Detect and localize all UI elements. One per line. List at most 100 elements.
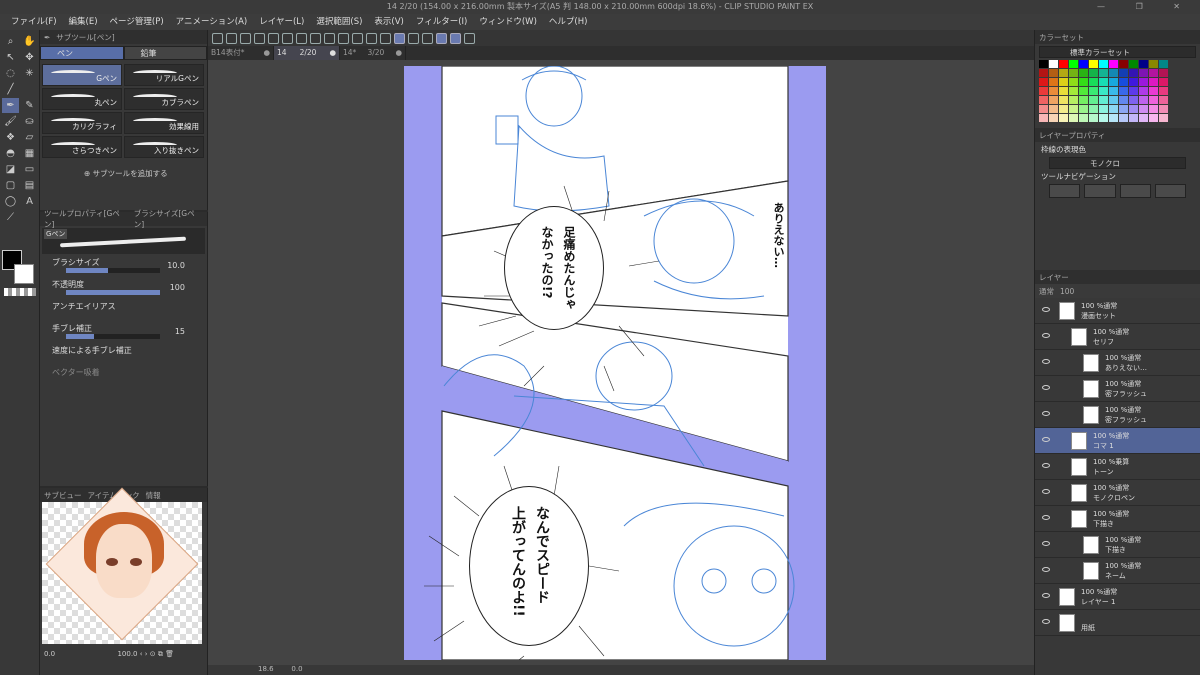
eraser-icon[interactable]: ▱	[21, 130, 38, 145]
palette-cell[interactable]	[1039, 78, 1048, 86]
tool-property-title[interactable]: ツールプロパティ[Gペン]	[44, 208, 128, 230]
pen-icon[interactable]: ✒	[2, 98, 19, 113]
deselect-icon[interactable]	[338, 32, 349, 44]
blend-icon[interactable]: ◓	[2, 146, 19, 161]
settings-icon[interactable]	[464, 32, 475, 44]
menu-window[interactable]: ウィンドウ(W)	[474, 14, 542, 30]
palette-cell[interactable]	[1119, 69, 1128, 77]
palette-cell[interactable]	[1039, 105, 1048, 113]
palette-cell[interactable]	[1079, 69, 1088, 77]
palette-cell[interactable]	[1139, 78, 1148, 86]
palette-cell[interactable]	[1139, 114, 1148, 122]
layer-row[interactable]: 100 %通常 下描き	[1035, 506, 1200, 532]
eyedropper-icon[interactable]: ╱	[2, 82, 19, 97]
palette-cell[interactable]	[1149, 69, 1158, 77]
palette-cell[interactable]	[1129, 60, 1138, 68]
palette-cell[interactable]	[1069, 96, 1078, 104]
expression-color-dropdown[interactable]: モノクロ	[1049, 157, 1186, 169]
move-icon[interactable]: ✥	[21, 50, 38, 65]
menu-layer[interactable]: レイヤー(L)	[254, 14, 309, 30]
palette-cell[interactable]	[1089, 96, 1098, 104]
add-subtool-button[interactable]: ⊕ サブツールを追加する	[84, 168, 207, 179]
stabilize-row[interactable]: 手ブレ補正 15	[40, 322, 207, 344]
visibility-icon[interactable]	[1042, 411, 1050, 416]
prev-next-icon[interactable]: ‹ › ⊙ ⧉ 🗑	[140, 650, 174, 658]
pen-preview-icon[interactable]	[450, 32, 461, 44]
brush-size-row[interactable]: ブラシサイズ 10.0	[40, 256, 207, 278]
speech-balloon-2[interactable]	[469, 486, 589, 646]
figure-icon[interactable]: ▭	[21, 162, 38, 177]
subview-nav[interactable]: 0.0 100.0 ‹ › ⊙ ⧉ 🗑	[44, 650, 174, 659]
menu-page[interactable]: ページ管理(P)	[105, 14, 169, 30]
visibility-icon[interactable]	[1042, 385, 1050, 390]
palette-cell[interactable]	[1059, 114, 1068, 122]
palette-cell[interactable]	[1099, 60, 1108, 68]
palette-cell[interactable]	[1129, 78, 1138, 86]
open-icon[interactable]	[226, 32, 237, 44]
tool-nav-button-2[interactable]	[1084, 184, 1116, 198]
palette-cell[interactable]	[1079, 96, 1088, 104]
palette-cell[interactable]	[1039, 87, 1048, 95]
palette-cell[interactable]	[1059, 78, 1068, 86]
brush-size-tab[interactable]: ブラシサイズ[Gペン]	[134, 208, 203, 230]
lasso-icon[interactable]: ◌	[2, 66, 19, 81]
select-icon[interactable]	[324, 32, 335, 44]
palette-cell[interactable]	[1079, 87, 1088, 95]
canvas-area[interactable]: 足痛めたんじゃ なかったの!? なんでスピード 上がってんのよ!! ありえない…	[208, 60, 1034, 665]
palette-cell[interactable]	[1159, 69, 1168, 77]
visibility-icon[interactable]	[1042, 437, 1050, 442]
clear-icon[interactable]	[296, 32, 307, 44]
palette-cell[interactable]	[1129, 96, 1138, 104]
tab-info[interactable]: 情報	[146, 490, 161, 501]
layer-row[interactable]: 100 %通常 コマ 1	[1035, 428, 1200, 454]
palette-cell[interactable]	[1079, 105, 1088, 113]
palette-cell[interactable]	[1159, 60, 1168, 68]
blend-mode-dropdown[interactable]: 通常	[1039, 286, 1054, 297]
correct-line-icon[interactable]: ⟋	[2, 210, 19, 225]
frame-icon[interactable]: ▢	[2, 178, 19, 193]
tab-document-3[interactable]: 14* 3/20 ●	[340, 46, 406, 60]
brush-real-g-pen[interactable]: リアルGペン	[124, 64, 204, 86]
zoom-icon[interactable]: ⌕	[2, 34, 19, 49]
palette-cell[interactable]	[1089, 114, 1098, 122]
brush-effect-line[interactable]: 効果線用	[124, 112, 204, 134]
palette-cell[interactable]	[1089, 87, 1098, 95]
layer-row[interactable]: 100 %通常 下描き	[1035, 532, 1200, 558]
palette-cell[interactable]	[1079, 78, 1088, 86]
pen-pressure-icon[interactable]	[436, 32, 447, 44]
visibility-icon[interactable]	[1042, 567, 1050, 572]
layer-row[interactable]: 100 %通常 ネーム	[1035, 558, 1200, 584]
palette-cell[interactable]	[1069, 69, 1078, 77]
menu-view[interactable]: 表示(V)	[369, 14, 408, 30]
visibility-icon[interactable]	[1042, 359, 1050, 364]
close-icon[interactable]: ●	[263, 46, 270, 60]
transform-icon[interactable]	[310, 32, 321, 44]
magic-wand-icon[interactable]: ✳	[21, 66, 38, 81]
palette-cell[interactable]	[1149, 96, 1158, 104]
balloon-icon[interactable]: ◯	[2, 194, 19, 209]
tool-nav-button-4[interactable]	[1154, 184, 1186, 198]
palette-cell[interactable]	[1099, 87, 1108, 95]
speed-stabilize-row[interactable]: 速度による手ブレ補正	[40, 344, 207, 366]
palette-cell[interactable]	[1109, 69, 1118, 77]
brush-maru-pen[interactable]: 丸ペン	[42, 88, 122, 110]
tab-document-1[interactable]: B14表付* ●	[208, 46, 274, 60]
brush-g-pen[interactable]: Gペン	[42, 64, 122, 86]
manga-page[interactable]: 足痛めたんじゃ なかったの!? なんでスピード 上がってんのよ!! ありえない…	[404, 66, 826, 660]
save-icon[interactable]	[240, 32, 251, 44]
text-icon[interactable]: A	[21, 194, 38, 209]
palette-cell[interactable]	[1149, 105, 1158, 113]
gradient-icon[interactable]: ◪	[2, 162, 19, 177]
palette-cell[interactable]	[1049, 114, 1058, 122]
palette-cell[interactable]	[1069, 114, 1078, 122]
brush-size-slider[interactable]	[66, 268, 160, 273]
menu-edit[interactable]: 編集(E)	[64, 14, 103, 30]
visibility-icon[interactable]	[1042, 333, 1050, 338]
visibility-icon[interactable]	[1042, 619, 1050, 624]
palette-cell[interactable]	[1059, 87, 1068, 95]
tab-subview[interactable]: サブビュー	[44, 490, 82, 501]
palette-cell[interactable]	[1149, 78, 1158, 86]
snap-special-ruler-icon[interactable]	[422, 32, 433, 44]
redo-icon[interactable]	[282, 32, 293, 44]
palette-cell[interactable]	[1039, 60, 1048, 68]
